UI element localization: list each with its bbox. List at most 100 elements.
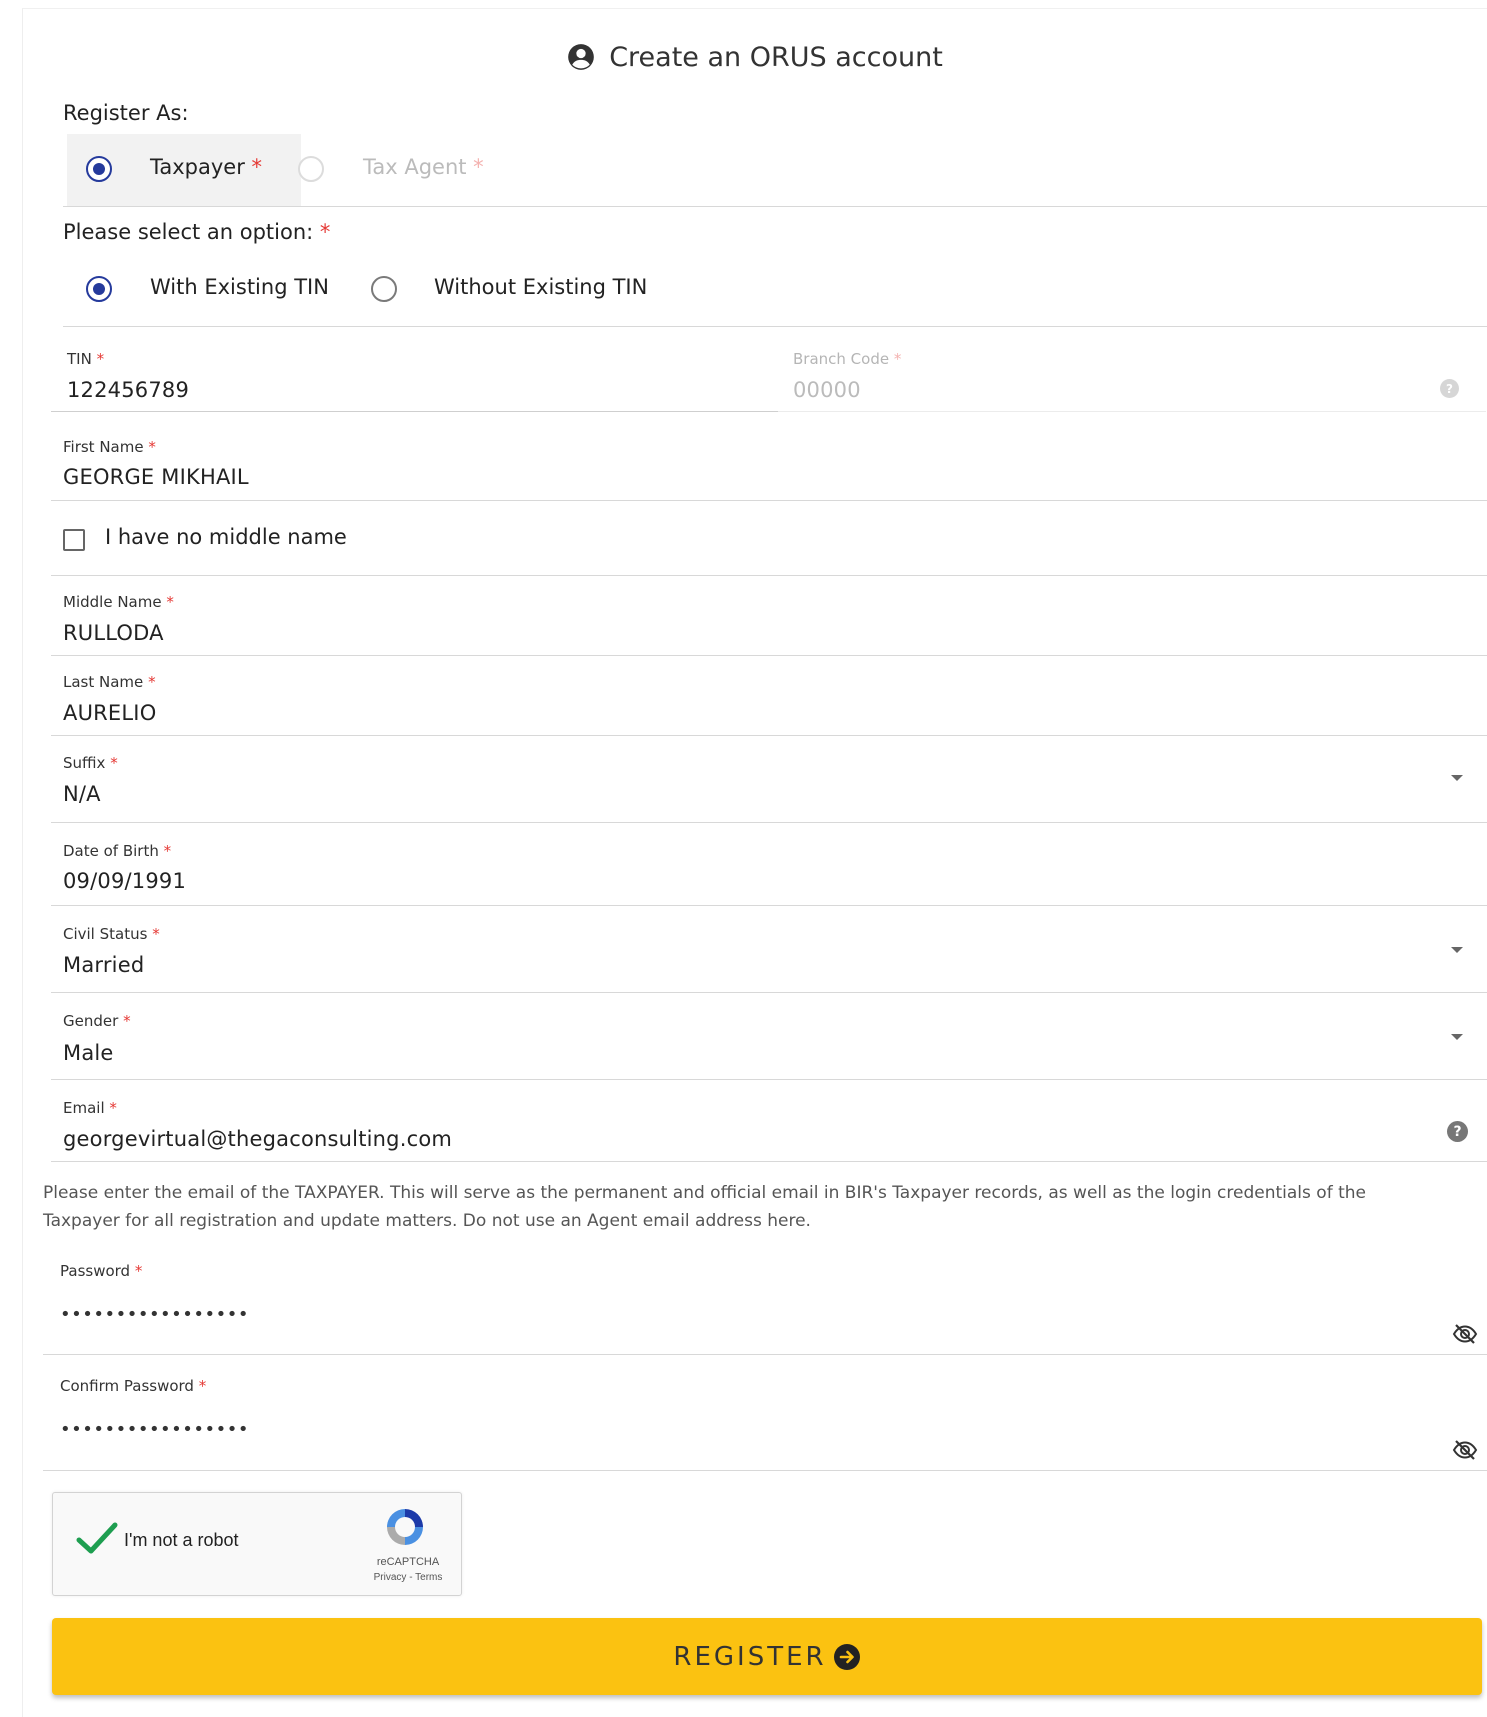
civil-status-label: Civil Status *	[63, 925, 160, 943]
tin-input[interactable]: 122456789	[67, 378, 189, 402]
select-option-text: Please select an option:	[63, 220, 314, 244]
required-mark: *	[109, 1099, 117, 1117]
required-mark: *	[134, 1262, 143, 1280]
confirm-password-input[interactable]: •••••••••••••••••	[60, 1419, 249, 1440]
suffix-label: Suffix *	[63, 754, 118, 772]
branch-code-underline	[778, 411, 1486, 412]
register-as-label: Register As:	[63, 101, 189, 125]
password-underline	[43, 1354, 1487, 1355]
arrow-right-circle-icon	[833, 1643, 860, 1670]
civil-status-label-text: Civil Status	[63, 925, 148, 943]
branch-code-label-text: Branch Code	[793, 350, 890, 368]
account-circle-icon	[568, 44, 595, 70]
no-middle-name-checkbox[interactable]	[63, 529, 85, 551]
required-mark: *	[473, 155, 484, 179]
tax-agent-option-label[interactable]: Tax Agent *	[363, 155, 484, 179]
required-mark: *	[163, 842, 172, 860]
required-mark: *	[251, 155, 263, 179]
with-existing-tin-radio[interactable]	[86, 276, 112, 302]
without-existing-tin-label[interactable]: Without Existing TIN	[434, 275, 647, 299]
recaptcha-brand: reCAPTCHA	[376, 1556, 440, 1568]
without-existing-tin-radio[interactable]	[371, 276, 397, 302]
password-label-text: Password	[60, 1262, 131, 1280]
taxpayer-option-label[interactable]: Taxpayer *	[150, 155, 262, 179]
tin-label: TIN *	[67, 350, 104, 368]
tin-underline	[51, 411, 778, 412]
suffix-select[interactable]: N/A	[63, 782, 101, 806]
caret-down-icon[interactable]	[1451, 947, 1463, 953]
suffix-underline	[51, 822, 1487, 823]
required-mark: *	[96, 350, 105, 368]
email-label-text: Email	[63, 1099, 105, 1117]
caret-down-icon[interactable]	[1451, 775, 1463, 781]
taxpayer-label-text: Taxpayer	[150, 155, 245, 179]
middle-name-underline	[51, 655, 1487, 656]
gender-select[interactable]: Male	[63, 1041, 114, 1065]
first-name-label-text: First Name	[63, 438, 144, 456]
email-label: Email *	[63, 1099, 117, 1117]
checkmark-icon[interactable]	[75, 1521, 119, 1557]
last-name-input[interactable]: AURELIO	[63, 701, 156, 725]
dob-input[interactable]: 09/09/1991	[63, 869, 186, 893]
eye-off-icon[interactable]	[1452, 1323, 1478, 1345]
required-mark: *	[152, 925, 160, 943]
civil-status-underline	[51, 992, 1487, 993]
dob-label-text: Date of Birth	[63, 842, 159, 860]
required-mark: *	[893, 350, 902, 368]
page-title: Create an ORUS account	[23, 37, 1487, 77]
email-underline	[51, 1161, 1487, 1162]
confirm-password-underline	[43, 1470, 1487, 1471]
register-button[interactable]: REGISTER	[52, 1618, 1482, 1695]
middle-name-input[interactable]: RULLODA	[63, 621, 164, 645]
gender-label-text: Gender	[63, 1012, 119, 1030]
recaptcha-widget[interactable]: I'm not a robot reCAPTCHA Privacy - Term…	[52, 1492, 462, 1596]
recaptcha-logo-icon	[387, 1509, 423, 1545]
last-name-underline	[51, 735, 1487, 736]
required-mark: *	[198, 1377, 207, 1395]
caret-down-icon[interactable]	[1451, 1034, 1463, 1040]
select-option-label: Please select an option: *	[63, 220, 330, 244]
taxpayer-radio[interactable]	[86, 156, 112, 182]
branch-code-label: Branch Code *	[793, 350, 901, 368]
required-mark: *	[319, 220, 331, 244]
dob-label: Date of Birth *	[63, 842, 171, 860]
required-mark: *	[148, 438, 156, 456]
suffix-label-text: Suffix	[63, 754, 106, 772]
recaptcha-terms-link[interactable]: Privacy - Terms	[353, 1572, 463, 1583]
gender-underline	[51, 1079, 1487, 1080]
password-label: Password *	[60, 1262, 142, 1280]
required-mark: *	[110, 754, 118, 772]
password-input[interactable]: •••••••••••••••••	[60, 1304, 249, 1325]
last-name-label: Last Name *	[63, 673, 156, 691]
middle-name-label: Middle Name *	[63, 593, 174, 611]
branch-code-input[interactable]: 00000	[793, 378, 861, 402]
divider	[51, 575, 1487, 576]
with-existing-tin-label[interactable]: With Existing TIN	[150, 275, 329, 299]
civil-status-select[interactable]: Married	[63, 953, 144, 977]
required-mark: *	[123, 1012, 131, 1030]
tax-agent-label-text: Tax Agent	[363, 155, 467, 179]
required-mark: *	[166, 593, 174, 611]
email-note: Please enter the email of the TAXPAYER. …	[43, 1183, 1366, 1231]
first-name-underline	[51, 500, 1487, 501]
dob-underline	[51, 905, 1487, 906]
last-name-label-text: Last Name	[63, 673, 144, 691]
eye-off-icon[interactable]	[1452, 1439, 1478, 1461]
registration-card: Create an ORUS account Register As: Taxp…	[22, 8, 1487, 1717]
tin-label-text: TIN	[67, 350, 92, 368]
page-title-text: Create an ORUS account	[609, 41, 943, 73]
first-name-input[interactable]: GEORGE MIKHAIL	[63, 465, 249, 489]
email-help-icon[interactable]: ?	[1447, 1121, 1468, 1142]
no-middle-name-label[interactable]: I have no middle name	[105, 525, 347, 549]
required-mark: *	[148, 673, 156, 691]
confirm-password-label-text: Confirm Password	[60, 1377, 194, 1395]
divider	[63, 206, 1487, 207]
middle-name-label-text: Middle Name	[63, 593, 162, 611]
email-input[interactable]: georgevirtual@thegaconsulting.com	[63, 1127, 452, 1151]
tax-agent-radio[interactable]	[298, 156, 324, 182]
branch-code-help-icon[interactable]: ?	[1440, 379, 1459, 398]
divider	[63, 326, 1487, 327]
register-button-label: REGISTER	[673, 1641, 827, 1672]
first-name-label: First Name *	[63, 438, 156, 456]
confirm-password-label: Confirm Password *	[60, 1377, 206, 1395]
